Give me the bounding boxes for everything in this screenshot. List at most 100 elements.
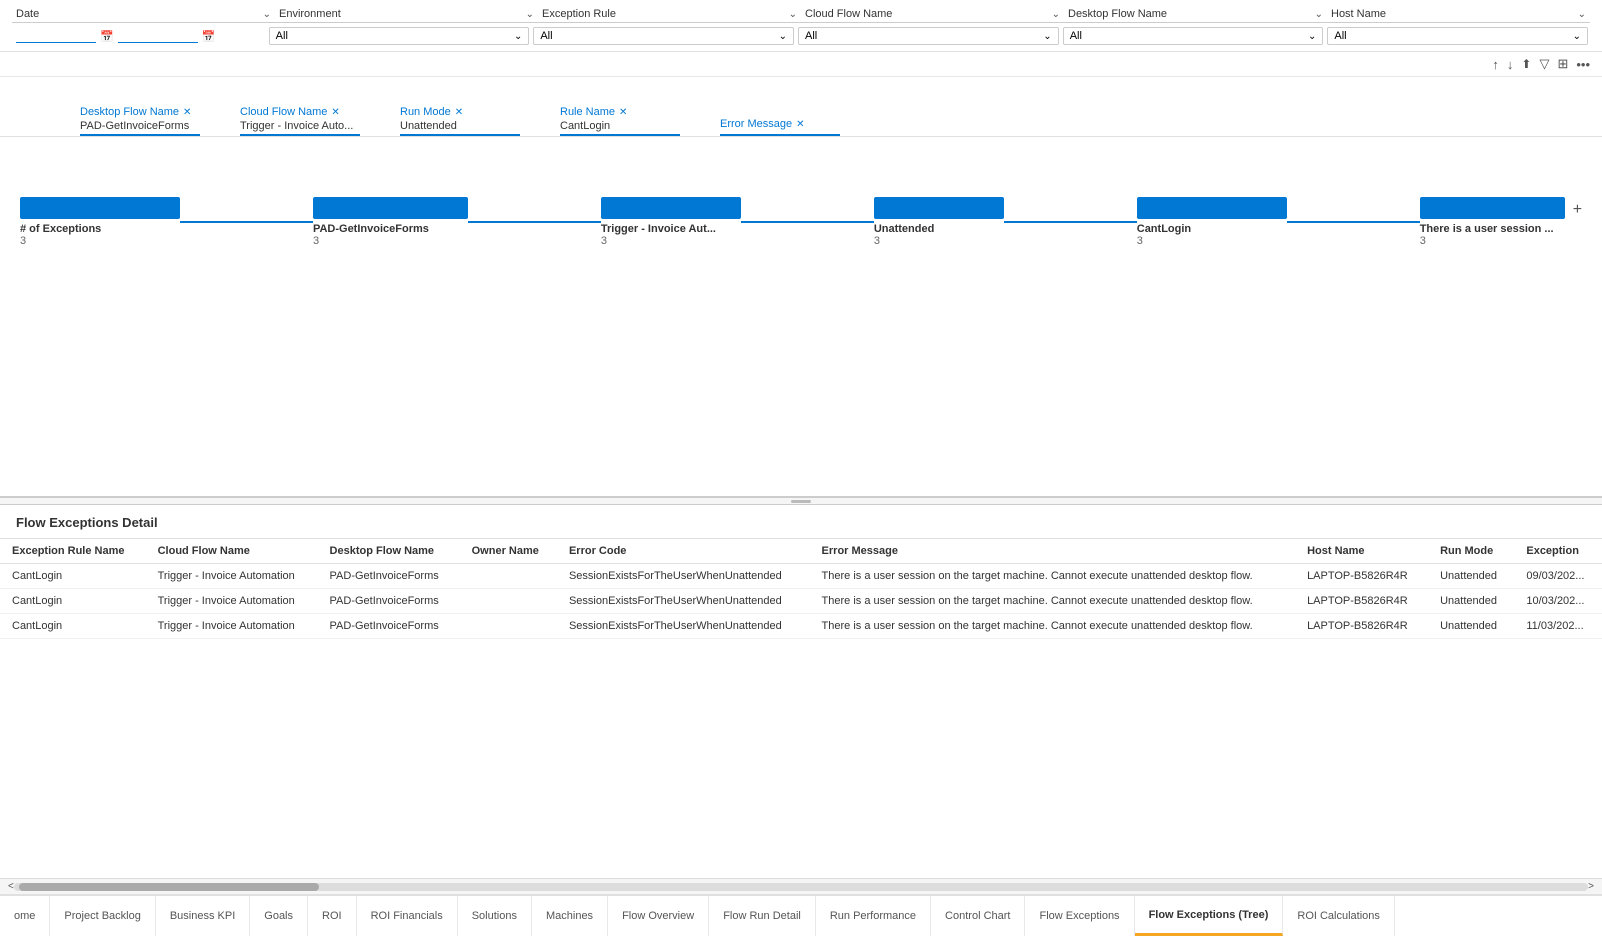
table-cell-0-8: 09/03/202... (1514, 564, 1602, 589)
date-chevron-icon: ⌄ (263, 9, 271, 20)
viz-area: Desktop Flow Name ✕ PAD-GetInvoiceForms … (0, 77, 1602, 497)
tabs-container: omeProject BacklogBusiness KPIGoalsROIRO… (0, 896, 1395, 936)
environment-dropdown[interactable]: All ⌄ (269, 27, 530, 45)
tab-ome[interactable]: ome (0, 896, 50, 936)
add-column-icon[interactable]: + (1573, 201, 1582, 219)
expand-icon[interactable]: ⊞ (1557, 56, 1568, 72)
cloud-flow-dropdown-chevron-icon: ⌄ (1043, 31, 1051, 42)
desktop-flow-dropdown-chevron-icon: ⌄ (1308, 31, 1316, 42)
bar-cantlogin-label: CantLogin (1137, 223, 1287, 235)
table-cell-2-4: SessionExistsForTheUserWhenUnattended (557, 614, 810, 639)
tab-goals[interactable]: Goals (250, 896, 308, 936)
desktop-flow-value: All (1070, 30, 1308, 42)
tab-business-kpi[interactable]: Business KPI (156, 896, 250, 936)
connector-2 (468, 221, 601, 223)
col-header-host-name[interactable]: Host Name (1295, 539, 1428, 564)
table-cell-2-6: LAPTOP-B5826R4R (1295, 614, 1428, 639)
tab-project-backlog[interactable]: Project Backlog (50, 896, 155, 936)
bar-pad-bar (313, 197, 468, 219)
scroll-thumb[interactable] (19, 883, 319, 891)
scroll-left-icon[interactable]: < (8, 881, 14, 892)
col-header-cloud-flow[interactable]: Cloud Flow Name (146, 539, 318, 564)
col-header-exception-rule[interactable]: Exception Rule Name (0, 539, 146, 564)
desktop-flow-filter-col: Desktop Flow Name ⌄ (1064, 8, 1327, 23)
date-filter-label: Date ⌄ (12, 8, 275, 23)
detail-table-wrapper[interactable]: Exception Rule Name Cloud Flow Name Desk… (0, 539, 1602, 878)
tab-machines[interactable]: Machines (532, 896, 608, 936)
bar-unattended[interactable]: Unattended 3 (874, 197, 1004, 247)
calendar-from-icon[interactable]: 📅 (100, 30, 114, 43)
exception-rule-value: All (540, 30, 778, 42)
tab-roi-calculations[interactable]: ROI Calculations (1283, 896, 1395, 936)
tab-flow-run-detail[interactable]: Flow Run Detail (709, 896, 816, 936)
col-header-exception[interactable]: Exception (1514, 539, 1602, 564)
tab-roi[interactable]: ROI (308, 896, 357, 936)
table-cell-0-2: PAD-GetInvoiceForms (318, 564, 460, 589)
bar-pad-label: PAD-GetInvoiceForms (313, 223, 468, 235)
col-header-error-code[interactable]: Error Code (557, 539, 810, 564)
desktop-flow-chip: Desktop Flow Name ✕ PAD-GetInvoiceForms (80, 106, 200, 136)
run-mode-chip-value: Unattended (400, 120, 520, 132)
horizontal-scrollbar[interactable]: < > (0, 878, 1602, 894)
tab-run-performance[interactable]: Run Performance (816, 896, 931, 936)
bar-cantlogin[interactable]: CantLogin 3 (1137, 197, 1287, 247)
table-cell-2-8: 11/03/202... (1514, 614, 1602, 639)
table-row[interactable]: CantLoginTrigger - Invoice AutomationPAD… (0, 564, 1602, 589)
exc-rule-dropdown-chevron-icon: ⌄ (779, 31, 787, 42)
connector-5 (1287, 221, 1420, 223)
desktop-flow-chip-close[interactable]: ✕ (183, 107, 191, 118)
bar-unattended-count: 3 (874, 235, 1004, 247)
col-header-error-message[interactable]: Error Message (810, 539, 1296, 564)
tab-flow-overview[interactable]: Flow Overview (608, 896, 709, 936)
cloud-flow-dropdown[interactable]: All ⌄ (798, 27, 1059, 45)
connector-3 (741, 221, 874, 223)
bar-pad-count: 3 (313, 235, 468, 247)
bar-cantlogin-count: 3 (1137, 235, 1287, 247)
bar-cantlogin-bar (1137, 197, 1287, 219)
table-row[interactable]: CantLoginTrigger - Invoice AutomationPAD… (0, 614, 1602, 639)
table-row[interactable]: CantLoginTrigger - Invoice AutomationPAD… (0, 589, 1602, 614)
tab-flow-exceptions[interactable]: Flow Exceptions (1025, 896, 1134, 936)
scroll-track[interactable] (14, 883, 1588, 891)
tab-flow-exceptions-(tree)[interactable]: Flow Exceptions (Tree) (1135, 896, 1284, 936)
cloud-flow-chip-close[interactable]: ✕ (331, 107, 339, 118)
error-message-chip-close[interactable]: ✕ (796, 119, 804, 130)
host-filter-col: Host Name ⌄ (1327, 8, 1590, 23)
host-name-dropdown[interactable]: All ⌄ (1327, 27, 1588, 45)
tab-solutions[interactable]: Solutions (458, 896, 532, 936)
exception-rule-dropdown[interactable]: All ⌄ (533, 27, 794, 45)
table-cell-0-6: LAPTOP-B5826R4R (1295, 564, 1428, 589)
filter-icon[interactable]: ▽ (1539, 56, 1549, 72)
table-cell-2-1: Trigger - Invoice Automation (146, 614, 318, 639)
more-options-icon[interactable]: ••• (1576, 57, 1590, 72)
host-filter-label: Host Name ⌄ (1327, 8, 1590, 23)
bar-session[interactable]: There is a user session ... 3 (1420, 197, 1565, 247)
bar-pad[interactable]: PAD-GetInvoiceForms 3 (313, 197, 468, 247)
table-cell-0-3 (460, 564, 557, 589)
divider-handle[interactable] (0, 497, 1602, 505)
exc-rule-chevron-icon: ⌄ (789, 9, 797, 20)
bar-trigger[interactable]: Trigger - Invoice Aut... 3 (601, 197, 741, 247)
date-to-input[interactable]: 11/03/2022 (118, 30, 198, 43)
bar-exceptions[interactable]: # of Exceptions 3 (20, 197, 180, 247)
host-name-dropdown-chevron-icon: ⌄ (1573, 31, 1581, 42)
environment-value: All (276, 30, 514, 42)
tab-roi-financials[interactable]: ROI Financials (357, 896, 458, 936)
hierarchy-icon[interactable]: ⬆ (1521, 57, 1531, 71)
sort-asc-icon[interactable]: ↑ (1492, 57, 1499, 72)
column-filter-chips-row: Desktop Flow Name ✕ PAD-GetInvoiceForms … (0, 77, 1602, 137)
tab-control-chart[interactable]: Control Chart (931, 896, 1025, 936)
col-header-owner[interactable]: Owner Name (460, 539, 557, 564)
col-header-desktop-flow[interactable]: Desktop Flow Name (318, 539, 460, 564)
table-cell-1-5: There is a user session on the target ma… (810, 589, 1296, 614)
calendar-to-icon[interactable]: 📅 (202, 30, 216, 43)
date-from-input[interactable]: 09/03/2022 (16, 30, 96, 43)
bar-session-bar (1420, 197, 1565, 219)
rule-name-chip-close[interactable]: ✕ (619, 107, 627, 118)
sort-desc-icon[interactable]: ↓ (1507, 57, 1514, 72)
desktop-flow-dropdown[interactable]: All ⌄ (1063, 27, 1324, 45)
scroll-right-icon[interactable]: > (1588, 881, 1594, 892)
col-header-run-mode[interactable]: Run Mode (1428, 539, 1514, 564)
detail-title: Flow Exceptions Detail (0, 505, 1602, 539)
run-mode-chip-close[interactable]: ✕ (455, 107, 463, 118)
